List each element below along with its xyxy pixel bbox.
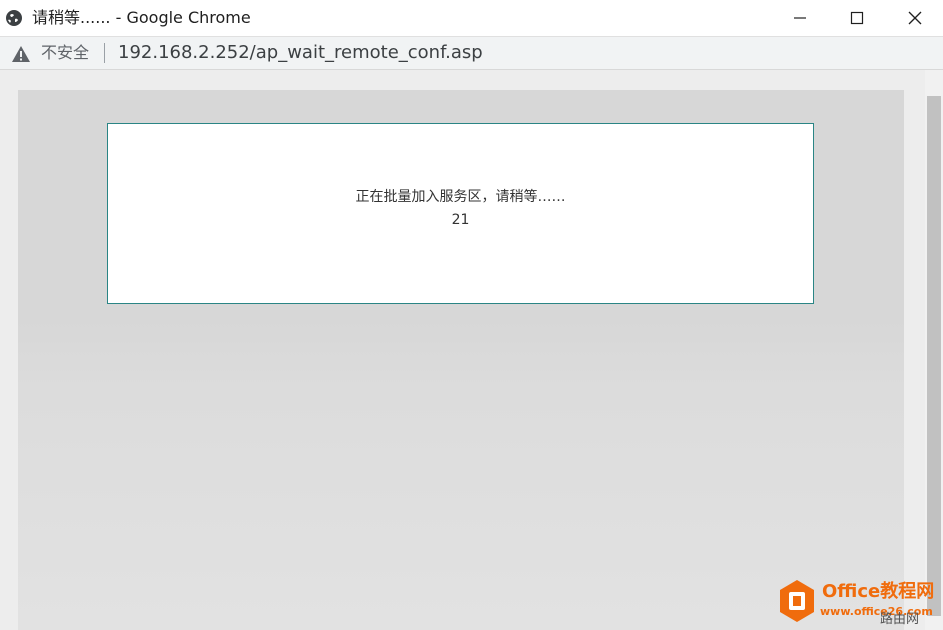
- close-icon: [908, 11, 922, 25]
- progress-dialog: 正在批量加入服务区，请稍等…… 21: [107, 123, 814, 304]
- browser-window: 请稍等...... - Google Chrome 不安全 192.168.2.…: [0, 0, 943, 630]
- title-bar[interactable]: 请稍等...... - Google Chrome: [0, 0, 943, 36]
- address-divider: [104, 43, 105, 63]
- maximize-icon: [850, 11, 864, 25]
- warning-triangle-icon[interactable]: [11, 45, 31, 63]
- url-field[interactable]: 192.168.2.252/ap_wait_remote_conf.asp: [118, 43, 483, 63]
- globe-icon: [6, 10, 22, 26]
- page-viewport: 正在批量加入服务区，请稍等…… 21: [0, 70, 943, 630]
- progress-count: 21: [451, 212, 470, 228]
- minimize-button[interactable]: [772, 0, 828, 36]
- progress-message: 正在批量加入服务区，请稍等……: [355, 189, 566, 205]
- close-button[interactable]: [887, 0, 943, 36]
- security-status-label[interactable]: 不安全: [41, 44, 89, 62]
- watermark-corner-text: 路由网: [880, 612, 920, 627]
- watermark-title: Office教程网: [822, 581, 935, 602]
- scrollbar-thumb[interactable]: [927, 96, 941, 616]
- maximize-button[interactable]: [829, 0, 885, 36]
- minimize-icon: [794, 17, 806, 19]
- window-title: 请稍等...... - Google Chrome: [32, 8, 251, 27]
- office-logo-icon: [780, 580, 814, 622]
- watermark: Office教程网 www.office26.com 路由网: [776, 577, 943, 630]
- address-bar[interactable]: 不安全 192.168.2.252/ap_wait_remote_conf.as…: [0, 36, 943, 70]
